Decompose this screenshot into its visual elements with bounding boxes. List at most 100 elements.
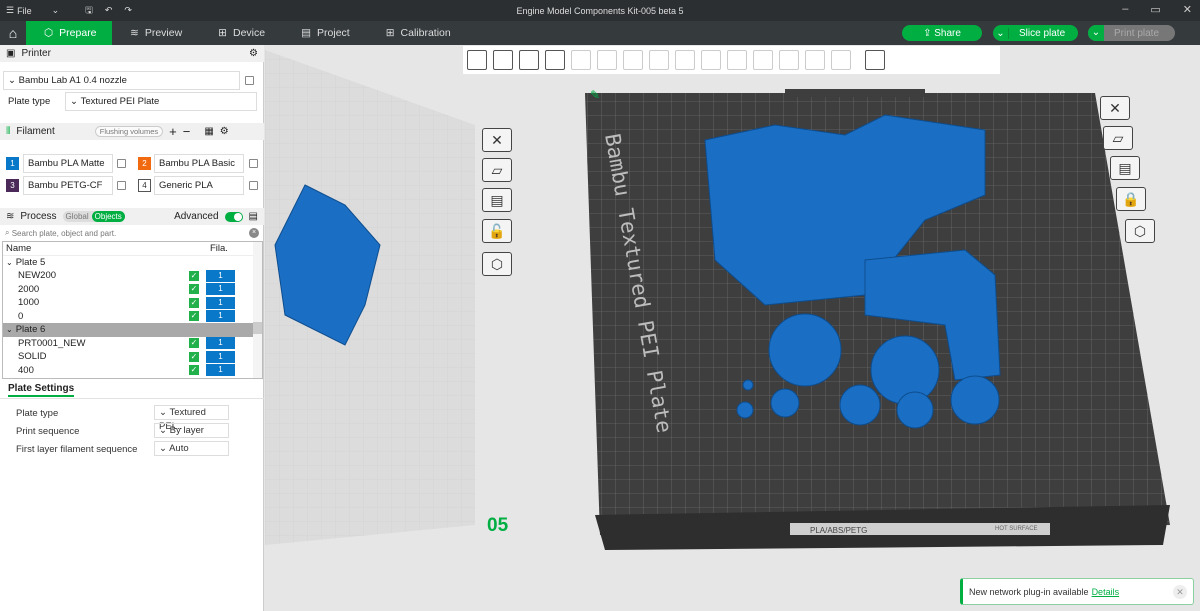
3d-viewport[interactable]: Bambu Textured PEI Plate 05 PLA/ABS/PETG…: [265, 45, 1200, 611]
split-parts-icon[interactable]: [597, 50, 617, 70]
add-object-icon[interactable]: [467, 50, 487, 70]
edit-icon[interactable]: [249, 159, 258, 168]
edit-icon[interactable]: [245, 76, 254, 85]
file-menu[interactable]: ☰ File: [0, 5, 38, 16]
orient-plate-icon[interactable]: ▱: [1103, 126, 1133, 150]
arrange-plate-icon[interactable]: ▤: [482, 188, 512, 212]
plate-type-dropdown[interactable]: ⌄ Textured PEI...: [154, 405, 229, 432]
object-row[interactable]: 1000 ✓ 1: [3, 296, 262, 310]
global-objects-toggle[interactable]: Global Objects: [62, 211, 125, 222]
orient-plate-icon[interactable]: ▱: [482, 158, 512, 182]
flushing-volumes-button[interactable]: Flushing volumes: [94, 126, 164, 137]
filament-chip-2[interactable]: 2: [138, 157, 151, 170]
clear-search-icon[interactable]: ×: [249, 228, 259, 238]
plate-settings-tab[interactable]: Plate Settings: [8, 383, 75, 397]
filament-selector[interactable]: 1: [206, 350, 235, 363]
lay-on-face-icon[interactable]: [727, 50, 747, 70]
minimize-icon[interactable]: –: [1122, 3, 1128, 16]
filament-selector[interactable]: 1: [206, 283, 235, 296]
tab-prepare[interactable]: ⬡ Prepare: [26, 21, 112, 45]
details-link[interactable]: Details: [1092, 587, 1120, 597]
undo-icon[interactable]: ↶: [99, 5, 119, 16]
printer-select[interactable]: ⌄ Bambu Lab A1 0.4 nozzle: [3, 71, 240, 90]
paint-icon[interactable]: [831, 50, 851, 70]
close-icon[interactable]: ✕: [1183, 3, 1192, 16]
tab-project[interactable]: ▤ Project: [283, 21, 368, 45]
print-plate-button[interactable]: ⌄ Print plate: [1088, 25, 1175, 41]
filament-chip-3[interactable]: 3: [6, 179, 19, 192]
object-row[interactable]: NEW200 ✓ 1: [3, 269, 262, 283]
gear-icon[interactable]: ⚙: [249, 48, 258, 59]
object-row[interactable]: SOLID ✓ 1: [3, 350, 262, 364]
first-layer-sequence-dropdown[interactable]: ⌄ Auto: [154, 441, 229, 456]
plate-settings-icon[interactable]: ⬡: [482, 252, 512, 276]
filament-select-2[interactable]: Bambu PLA Basic: [154, 154, 244, 173]
dropdown-chevron-icon[interactable]: ⌄: [46, 5, 66, 16]
plate-settings-icon[interactable]: ⬡: [1125, 219, 1155, 243]
filament-chip-1[interactable]: 1: [6, 157, 19, 170]
advanced-toggle[interactable]: [224, 211, 243, 222]
search-input[interactable]: ⌕ Search plate, object and part. ×: [1, 226, 263, 240]
edit-plate-name-icon[interactable]: ✎: [590, 88, 600, 102]
text-icon[interactable]: [805, 50, 825, 70]
save-icon[interactable]: 🖫: [79, 3, 99, 19]
lock-plate-icon[interactable]: 🔒: [1116, 187, 1146, 211]
visible-checkbox[interactable]: ✓: [189, 270, 199, 281]
plate-row[interactable]: ⌄ Plate 5: [3, 256, 262, 270]
object-row[interactable]: PRT0001_NEW ✓ 1: [3, 337, 262, 351]
chevron-down-icon[interactable]: ⌄: [6, 325, 13, 334]
visible-checkbox[interactable]: ✓: [189, 365, 199, 376]
close-notification-icon[interactable]: ✕: [1173, 584, 1187, 599]
assembly-view-icon[interactable]: [865, 50, 885, 70]
scale-icon[interactable]: [701, 50, 721, 70]
split-objects-icon[interactable]: [571, 50, 591, 70]
tab-preview[interactable]: ≋ Preview: [112, 21, 200, 45]
edit-icon[interactable]: [117, 181, 126, 190]
object-row[interactable]: 2000 ✓ 1: [3, 283, 262, 297]
filament-selector[interactable]: 1: [206, 364, 235, 377]
visible-checkbox[interactable]: ✓: [189, 297, 199, 308]
delete-plate-icon[interactable]: ✕: [1100, 96, 1130, 120]
plate-row[interactable]: ⌄ Plate 6: [3, 323, 262, 337]
object-row[interactable]: 0 ✓ 1: [3, 310, 262, 324]
visible-checkbox[interactable]: ✓: [189, 351, 199, 362]
delete-plate-icon[interactable]: ✕: [482, 128, 512, 152]
move-icon[interactable]: [649, 50, 669, 70]
chevron-down-icon[interactable]: ⌄: [6, 258, 13, 267]
boolean-icon[interactable]: [779, 50, 799, 70]
edit-icon[interactable]: [117, 159, 126, 168]
redo-icon[interactable]: ↷: [118, 5, 138, 16]
sync-filament-icon[interactable]: ▦: [204, 126, 213, 137]
tab-device[interactable]: ⊞ Device: [200, 21, 283, 45]
visible-checkbox[interactable]: ✓: [189, 338, 199, 349]
list-icon[interactable]: ▤: [249, 211, 258, 222]
filament-chip-4[interactable]: 4: [138, 179, 151, 192]
lock-plate-icon[interactable]: 🔓: [482, 219, 512, 243]
filament-selector[interactable]: 1: [206, 310, 235, 323]
cut-icon[interactable]: [753, 50, 773, 70]
rotate-icon[interactable]: [675, 50, 695, 70]
filament-selector[interactable]: 1: [206, 296, 235, 309]
plate-type-select[interactable]: ⌄ Textured PEI Plate: [65, 92, 257, 111]
home-icon[interactable]: ⌂: [0, 21, 26, 45]
add-filament-icon[interactable]: +: [169, 124, 177, 139]
scrollbar[interactable]: [253, 242, 262, 378]
filament-select-3[interactable]: Bambu PETG-CF: [23, 176, 113, 195]
filament-select-1[interactable]: Bambu PLA Matte: [23, 154, 113, 173]
remove-filament-icon[interactable]: −: [183, 124, 191, 139]
tab-calibration[interactable]: ⊞ Calibration: [368, 21, 469, 45]
object-row[interactable]: 400 ✓ 1: [3, 364, 262, 378]
auto-orient-icon[interactable]: [519, 50, 539, 70]
slice-plate-button[interactable]: ⌄ Slice plate: [993, 25, 1078, 41]
arrange-icon[interactable]: [545, 50, 565, 70]
print-sequence-dropdown[interactable]: ⌄ By layer: [154, 423, 229, 438]
layers-icon[interactable]: [623, 50, 643, 70]
edit-icon[interactable]: [249, 181, 258, 190]
arrange-plate-icon[interactable]: ▤: [1110, 156, 1140, 180]
filament-selector[interactable]: 1: [206, 337, 235, 350]
filament-select-4[interactable]: Generic PLA: [154, 176, 244, 195]
gear-icon[interactable]: ⚙: [220, 126, 229, 137]
add-plate-icon[interactable]: [493, 50, 513, 70]
visible-checkbox[interactable]: ✓: [189, 284, 199, 295]
visible-checkbox[interactable]: ✓: [189, 311, 199, 322]
